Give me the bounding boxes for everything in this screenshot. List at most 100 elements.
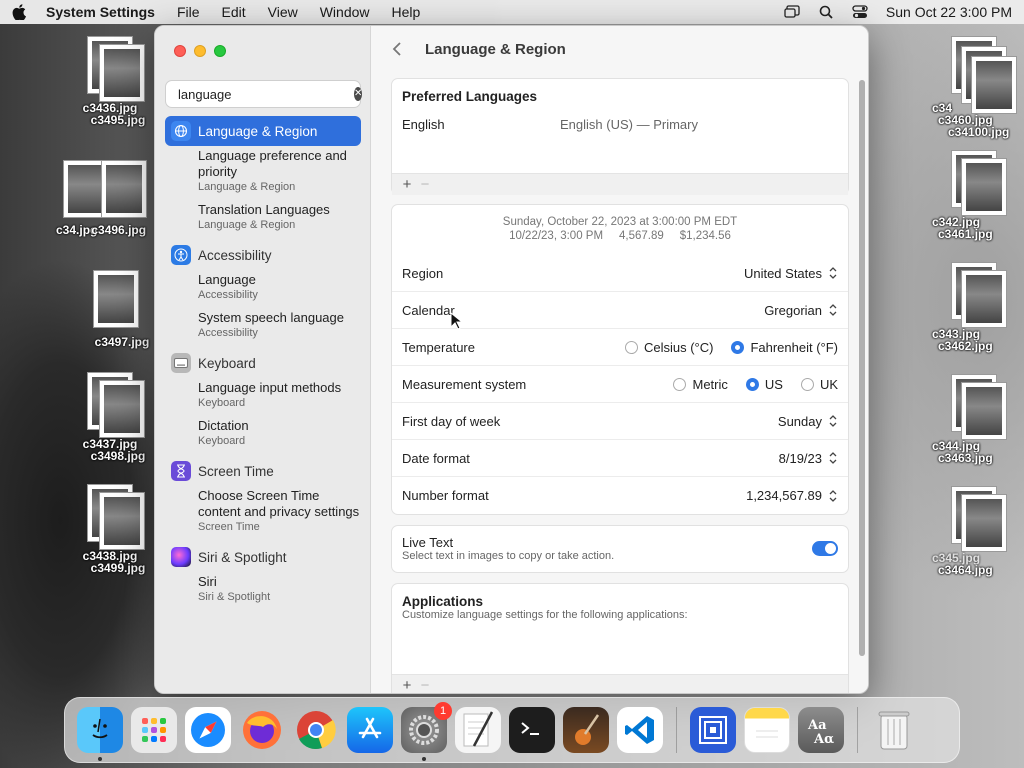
sidebar-item-siri-spotlight[interactable]: Siri & Spotlight	[165, 542, 361, 572]
remove-language-button[interactable]: −	[416, 176, 434, 193]
dock-trash[interactable]	[871, 707, 917, 753]
dock-safari[interactable]	[185, 707, 231, 753]
radio-fahrenheit[interactable]: Fahrenheit (°F)	[731, 340, 838, 355]
menu-view[interactable]: View	[268, 4, 298, 20]
popup-chevrons-icon	[829, 304, 837, 316]
search-result-system-speech-language[interactable]: System speech language Accessibility	[165, 310, 361, 340]
radio-us[interactable]: US	[745, 377, 783, 392]
language-row-english[interactable]: English English (US) — Primary	[392, 113, 848, 173]
trash-icon	[878, 711, 910, 750]
search-result-accessibility-language[interactable]: Language Accessibility	[165, 272, 361, 302]
spotlight-search-icon[interactable]	[818, 4, 834, 20]
dock-chrome[interactable]	[293, 707, 339, 753]
language-list-controls: + −	[392, 173, 848, 195]
dock-vscode[interactable]	[617, 707, 663, 753]
desktop-file-icon[interactable]: c3437.jpg c3498.jpg	[70, 372, 150, 462]
dock-firefox[interactable]	[239, 707, 285, 753]
close-window-button[interactable]	[174, 45, 186, 57]
radio-button[interactable]	[745, 377, 759, 391]
control-center-icon[interactable]	[852, 4, 868, 20]
hourglass-icon	[171, 461, 191, 481]
radio-celsius[interactable]: Celsius (°C)	[624, 340, 713, 355]
search-result-language-preference[interactable]: Language preference and priority Languag…	[165, 148, 361, 194]
siri-icon	[171, 547, 191, 567]
add-language-button[interactable]: +	[398, 176, 416, 193]
radio-button[interactable]	[731, 340, 745, 354]
sidebar-item-keyboard[interactable]: Keyboard	[165, 348, 361, 378]
sidebar-item-language-region[interactable]: Language & Region	[165, 116, 361, 146]
image-thumbnail-icon	[75, 372, 145, 438]
svg-text:Aa: Aa	[807, 718, 827, 733]
dock-finder[interactable]	[77, 707, 123, 761]
image-thumbnail-icon	[937, 374, 1007, 440]
search-result-siri[interactable]: Siri Siri & Spotlight	[165, 574, 361, 604]
result-title: Language	[198, 272, 256, 287]
dock-notes[interactable]	[744, 707, 790, 753]
remove-application-button[interactable]: −	[416, 677, 434, 693]
menu-help[interactable]: Help	[392, 4, 421, 20]
globe-icon	[171, 121, 191, 141]
radio-metric[interactable]: Metric	[673, 377, 728, 392]
sidebar-item-screen-time[interactable]: Screen Time	[165, 456, 361, 486]
radio-button[interactable]	[624, 340, 638, 354]
number-format-popup[interactable]: 1,234,567.89	[746, 488, 838, 503]
menu-bar-clock[interactable]: Sun Oct 22 3:00 PM	[886, 4, 1012, 20]
desktop-file-icon[interactable]: c343.jpg c3462.jpg	[922, 262, 1022, 352]
dock-textedit[interactable]	[455, 707, 501, 753]
first-day-row: First day of week Sunday	[392, 403, 848, 440]
desktop-file-icon[interactable]: c3497.jpg	[76, 270, 156, 348]
search-result-screen-time-content[interactable]: Choose Screen Time content and privacy s…	[165, 488, 361, 534]
region-settings-card: Sunday, October 22, 2023 at 3:00:00 PM E…	[391, 204, 849, 515]
dock-dictionary[interactable]: Aa Aα	[798, 707, 844, 753]
calendar-popup[interactable]: Gregorian	[764, 303, 838, 318]
app-name-menu[interactable]: System Settings	[46, 4, 155, 20]
region-popup[interactable]: United States	[744, 266, 838, 281]
dock-screens[interactable]	[690, 707, 736, 753]
desktop-file-icon[interactable]: c3436.jpg c3495.jpg	[70, 36, 150, 126]
date-format-popup[interactable]: 8/19/23	[779, 451, 838, 466]
search-result-language-input-methods[interactable]: Language input methods Keyboard	[165, 380, 361, 410]
first-day-popup[interactable]: Sunday	[778, 414, 838, 429]
dock-separator	[857, 707, 858, 753]
menu-window[interactable]: Window	[320, 4, 370, 20]
search-result-translation-languages[interactable]: Translation Languages Language & Region	[165, 202, 361, 232]
textedit-pen-icon	[463, 711, 494, 747]
language-detail: English (US) — Primary	[560, 117, 698, 132]
radio-uk[interactable]: UK	[800, 377, 838, 392]
menu-file[interactable]: File	[177, 4, 200, 20]
dock-system-settings[interactable]: 1	[401, 702, 452, 761]
zoom-window-button[interactable]	[214, 45, 226, 57]
desktop-file-icon[interactable]: c34.jpgc3496.jpg	[56, 158, 147, 236]
sidebar-item-label: Accessibility	[198, 247, 272, 263]
dock-launchpad[interactable]	[131, 707, 177, 753]
back-chevron-icon[interactable]	[389, 40, 407, 58]
page-title: Language & Region	[425, 40, 566, 58]
radio-button[interactable]	[673, 377, 687, 391]
dictionary-icon: AaAα	[807, 718, 834, 747]
search-result-dictation[interactable]: Dictation Keyboard	[165, 418, 361, 448]
dock-terminal[interactable]	[509, 707, 555, 753]
menu-edit[interactable]: Edit	[222, 4, 246, 20]
clear-search-icon[interactable]: ✕	[354, 87, 363, 101]
desktop-file-icon[interactable]: c34 c3460.jpg c34100.jpg	[922, 36, 1022, 138]
dock-garageband[interactable]	[563, 707, 609, 753]
radio-button[interactable]	[800, 377, 814, 391]
sidebar-item-accessibility[interactable]: Accessibility	[165, 240, 361, 270]
desktop-file-icon[interactable]: c3438.jpg c3499.jpg	[70, 484, 150, 574]
search-input[interactable]	[178, 86, 354, 102]
desktop-file-icon[interactable]: c342.jpg c3461.jpg	[922, 150, 1022, 240]
window-controls	[174, 45, 226, 57]
desktop-file-icon[interactable]: c345.jpg c3464.jpg	[922, 486, 1022, 576]
vertical-scrollbar[interactable]	[859, 80, 865, 656]
minimize-window-button[interactable]	[194, 45, 206, 57]
search-field[interactable]: ✕	[165, 80, 363, 108]
measurement-options: Metric US UK	[673, 377, 838, 392]
screen-mirroring-icon[interactable]	[784, 4, 800, 20]
add-application-button[interactable]: +	[398, 677, 416, 693]
desktop-file-icon[interactable]: c344.jpg c3463.jpg	[922, 374, 1022, 464]
dock-app-store[interactable]	[347, 707, 393, 753]
live-text-toggle[interactable]	[812, 541, 838, 556]
scrollbar-thumb[interactable]	[859, 80, 865, 656]
apple-menu-icon[interactable]	[12, 4, 28, 20]
preferred-languages-card: Preferred Languages English English (US)…	[391, 78, 849, 195]
